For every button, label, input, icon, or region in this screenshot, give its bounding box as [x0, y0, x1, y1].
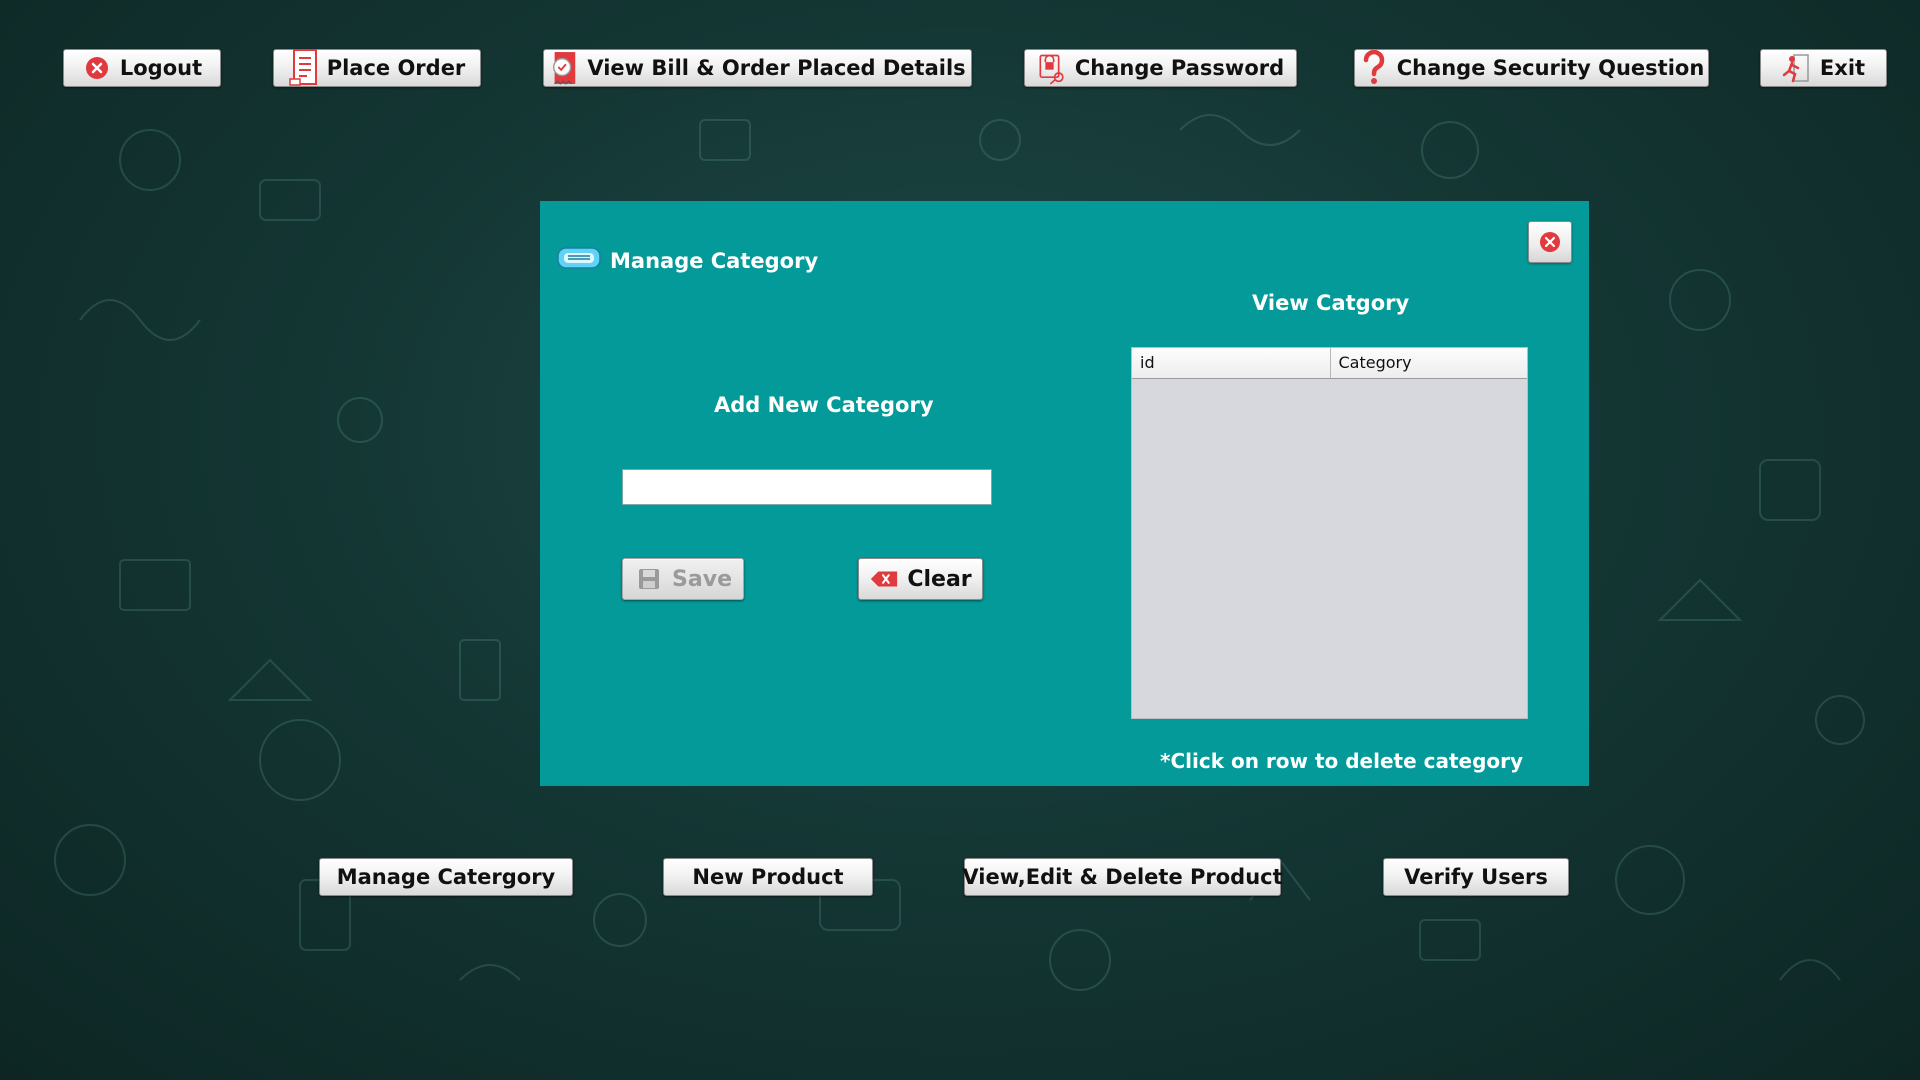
question-mark-icon	[1359, 50, 1389, 84]
delete-hint: *Click on row to delete category	[1160, 749, 1524, 773]
close-dialog-button[interactable]	[1528, 221, 1572, 263]
logout-button[interactable]: Logout	[63, 49, 221, 87]
view-edit-delete-product-label: View,Edit & Delete Product	[962, 865, 1283, 889]
manage-category-label: Manage Catergory	[336, 865, 556, 889]
clear-button[interactable]: Clear	[858, 558, 983, 600]
manage-category-button[interactable]: Manage Catergory	[319, 858, 573, 896]
change-security-question-label: Change Security Question	[1396, 56, 1705, 80]
manage-category-dialog: Manage Category Add New Category Save Cl…	[540, 201, 1589, 786]
lock-key-icon	[1037, 53, 1067, 85]
logout-label: Logout	[119, 56, 203, 80]
view-bill-label: View Bill & Order Placed Details	[587, 56, 966, 80]
dialog-title: Manage Category	[556, 245, 818, 276]
verify-users-button[interactable]: Verify Users	[1383, 858, 1569, 896]
close-icon	[1538, 230, 1562, 254]
change-password-label: Change Password	[1074, 56, 1285, 80]
exit-button[interactable]: Exit	[1760, 49, 1887, 87]
running-exit-icon	[1782, 53, 1812, 83]
place-order-label: Place Order	[326, 56, 466, 80]
verify-users-label: Verify Users	[1404, 865, 1548, 889]
exit-label: Exit	[1819, 56, 1866, 80]
table-body[interactable]	[1132, 379, 1527, 719]
floppy-disk-icon	[634, 564, 664, 594]
category-card-icon	[556, 245, 602, 276]
column-header-category[interactable]: Category	[1329, 348, 1528, 378]
change-security-question-button[interactable]: Change Security Question	[1354, 49, 1709, 87]
category-name-input[interactable]	[622, 469, 992, 505]
change-password-button[interactable]: Change Password	[1024, 49, 1297, 87]
bill-icon	[549, 52, 579, 85]
view-category-heading: View Catgory	[1252, 291, 1410, 315]
dialog-title-text: Manage Category	[610, 248, 819, 273]
place-order-button[interactable]: Place Order	[273, 49, 481, 87]
new-product-button[interactable]: New Product	[663, 858, 873, 896]
save-label: Save	[672, 566, 732, 592]
eraser-icon	[869, 564, 899, 594]
close-circle-icon	[82, 53, 112, 83]
view-bill-button[interactable]: View Bill & Order Placed Details	[543, 49, 972, 87]
column-header-id[interactable]: id	[1132, 348, 1330, 378]
save-button[interactable]: Save	[622, 558, 744, 600]
clear-label: Clear	[907, 566, 972, 592]
table-header: id Category	[1132, 348, 1527, 379]
add-category-heading: Add New Category	[714, 393, 934, 417]
new-product-label: New Product	[692, 865, 844, 889]
receipt-icon	[288, 49, 319, 86]
category-table[interactable]: id Category	[1131, 347, 1528, 719]
view-edit-delete-product-button[interactable]: View,Edit & Delete Product	[962, 858, 1283, 896]
